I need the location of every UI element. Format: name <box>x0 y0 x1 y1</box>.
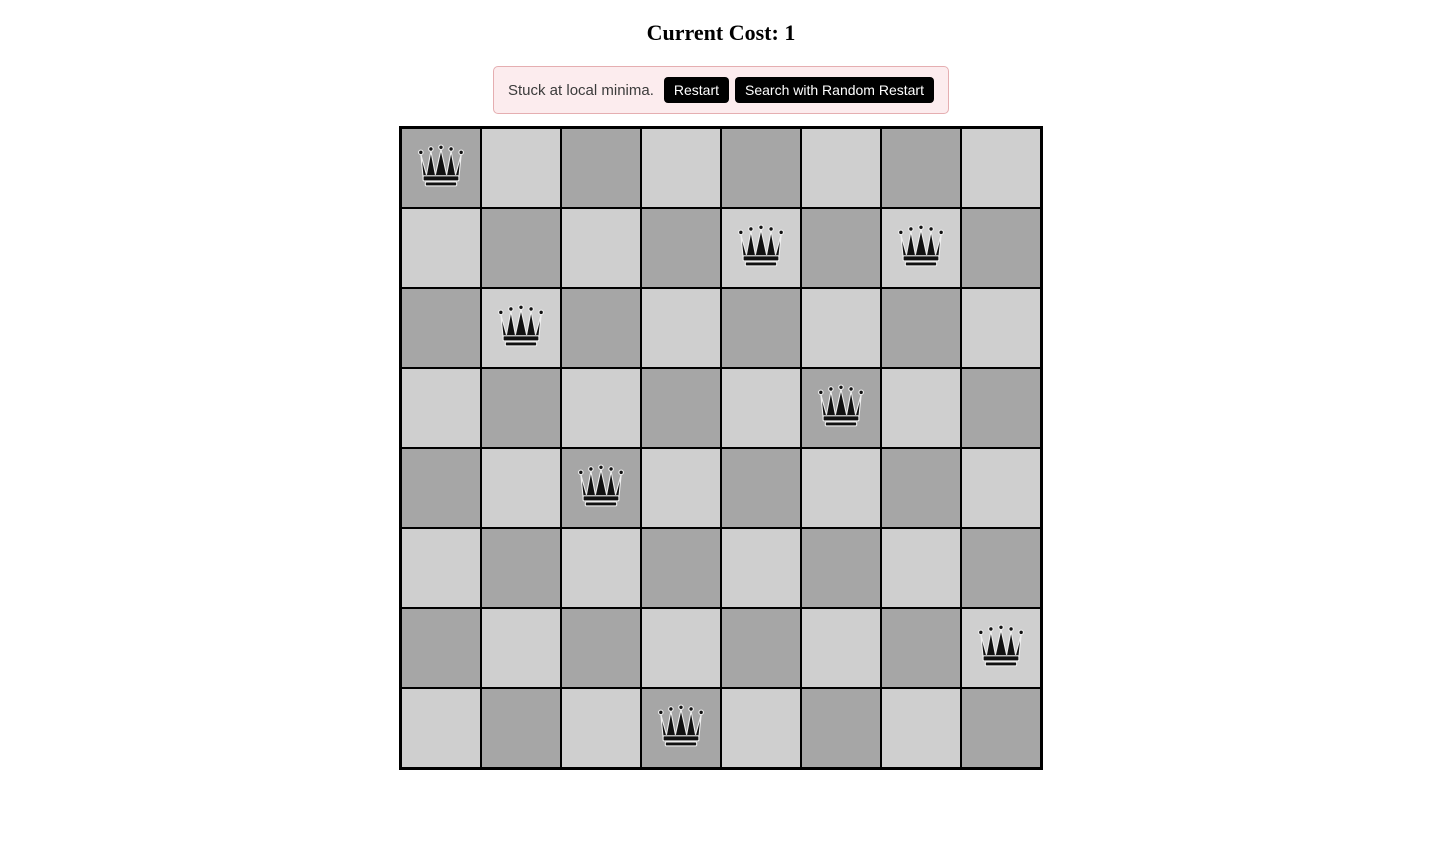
board-cell[interactable] <box>401 448 481 528</box>
board-cell[interactable] <box>961 128 1041 208</box>
board-cell[interactable] <box>481 528 561 608</box>
board-cell[interactable] <box>401 128 481 208</box>
board-cell[interactable] <box>641 208 721 288</box>
board-cell[interactable] <box>801 528 881 608</box>
board-cell[interactable] <box>481 368 561 448</box>
board-cell[interactable] <box>401 688 481 768</box>
queen-icon <box>813 380 869 436</box>
board-cell[interactable] <box>561 608 641 688</box>
board-cell[interactable] <box>721 448 801 528</box>
board-cell[interactable] <box>641 528 721 608</box>
board-cell[interactable] <box>801 128 881 208</box>
board-cell[interactable] <box>881 528 961 608</box>
board-cell[interactable] <box>961 608 1041 688</box>
board-cell[interactable] <box>641 288 721 368</box>
board-cell[interactable] <box>561 368 641 448</box>
queen-icon <box>973 620 1029 676</box>
board-cell[interactable] <box>721 128 801 208</box>
alert-message: Stuck at local minima. <box>508 82 654 99</box>
board-cell[interactable] <box>481 288 561 368</box>
board-cell[interactable] <box>641 128 721 208</box>
board-cell[interactable] <box>961 528 1041 608</box>
board-cell[interactable] <box>801 208 881 288</box>
board-cell[interactable] <box>641 368 721 448</box>
board-cell[interactable] <box>481 128 561 208</box>
board-cell[interactable] <box>561 208 641 288</box>
queen-icon <box>573 460 629 516</box>
cost-label: Current Cost: <box>647 20 785 45</box>
chess-board <box>399 126 1043 770</box>
cost-header: Current Cost: 1 <box>647 20 796 46</box>
board-cell[interactable] <box>641 688 721 768</box>
board-cell[interactable] <box>801 608 881 688</box>
board-cell[interactable] <box>801 688 881 768</box>
board-cell[interactable] <box>881 448 961 528</box>
board-cell[interactable] <box>481 448 561 528</box>
board-cell[interactable] <box>801 448 881 528</box>
board-cell[interactable] <box>481 208 561 288</box>
board-cell[interactable] <box>961 288 1041 368</box>
board-cell[interactable] <box>721 208 801 288</box>
board-cell[interactable] <box>561 528 641 608</box>
board-cell[interactable] <box>801 368 881 448</box>
board-cell[interactable] <box>721 528 801 608</box>
board-cell[interactable] <box>721 288 801 368</box>
board-cell[interactable] <box>721 608 801 688</box>
board-cell[interactable] <box>881 128 961 208</box>
queen-icon <box>413 140 469 196</box>
board-cell[interactable] <box>561 688 641 768</box>
board-cell[interactable] <box>401 368 481 448</box>
board-cell[interactable] <box>561 448 641 528</box>
board-cell[interactable] <box>881 608 961 688</box>
board-cell[interactable] <box>401 208 481 288</box>
restart-button[interactable]: Restart <box>664 77 729 103</box>
board-cell[interactable] <box>801 288 881 368</box>
board-cell[interactable] <box>561 288 641 368</box>
board-cell[interactable] <box>641 608 721 688</box>
board-cell[interactable] <box>881 208 961 288</box>
board-cell[interactable] <box>961 688 1041 768</box>
board-cell[interactable] <box>961 368 1041 448</box>
board-cell[interactable] <box>961 448 1041 528</box>
board-cell[interactable] <box>561 128 641 208</box>
board-cell[interactable] <box>641 448 721 528</box>
queen-icon <box>493 300 549 356</box>
random-restart-button[interactable]: Search with Random Restart <box>735 77 934 103</box>
board-cell[interactable] <box>881 368 961 448</box>
board-cell[interactable] <box>881 288 961 368</box>
board-cell[interactable] <box>481 608 561 688</box>
board-cell[interactable] <box>401 288 481 368</box>
app-container: Current Cost: 1 Stuck at local minima. R… <box>0 20 1442 770</box>
cost-value: 1 <box>784 20 795 45</box>
board-cell[interactable] <box>401 608 481 688</box>
alert-bar: Stuck at local minima. Restart Search wi… <box>493 66 949 114</box>
board-cell[interactable] <box>961 208 1041 288</box>
queen-icon <box>653 700 709 756</box>
queen-icon <box>893 220 949 276</box>
board-cell[interactable] <box>721 368 801 448</box>
board-cell[interactable] <box>721 688 801 768</box>
board-cell[interactable] <box>481 688 561 768</box>
board-cell[interactable] <box>401 528 481 608</box>
board-cell[interactable] <box>881 688 961 768</box>
queen-icon <box>733 220 789 276</box>
